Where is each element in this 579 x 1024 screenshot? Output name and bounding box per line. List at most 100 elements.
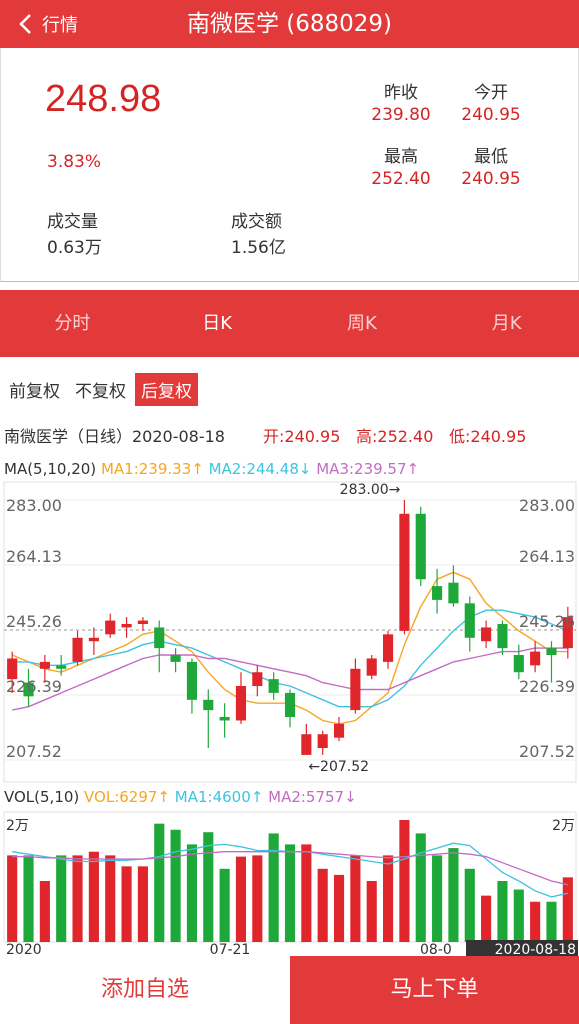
period-tabs: 分时 日K 周K 月K (0, 290, 579, 357)
volume-bar (350, 855, 361, 942)
open-label: 今开 (474, 83, 508, 103)
kline-chart-area: 南微医学（日线）2020-08-18 开:240.95 高:252.40 低:2… (0, 420, 579, 958)
candle-body (105, 620, 116, 635)
candle-body (121, 624, 132, 628)
vol-legend-ma2: MA2:5757↓ (268, 788, 357, 806)
volume-bar (88, 851, 99, 942)
volume-bar (137, 866, 148, 942)
candle-body (203, 699, 214, 711)
price-tick-label-left: 207.52 (6, 742, 62, 761)
max-price-label: 283.00→ (340, 482, 401, 498)
candle-body (154, 627, 165, 649)
candle-body (513, 655, 524, 673)
low-label: 最低 (474, 147, 508, 167)
candle-body (481, 627, 492, 642)
tab-daily-k[interactable]: 日K (145, 290, 290, 357)
amount-label: 成交额 (231, 212, 282, 232)
volume-bar (39, 881, 50, 942)
vol-legend-ma1: MA1:4600↑ (175, 788, 264, 806)
candle-body (333, 723, 345, 738)
candle-body (235, 686, 247, 721)
candle (235, 672, 247, 724)
high-label: 最高 (384, 147, 418, 167)
volume-bars (7, 820, 573, 942)
candle (219, 703, 230, 738)
prev-close-label: 昨收 (384, 83, 418, 103)
candle (203, 689, 214, 749)
candle-body (219, 717, 230, 721)
open-value: 240.95 (461, 105, 521, 125)
x-label-late: 08-0 (420, 942, 452, 956)
volume-bar (366, 881, 377, 942)
x-label-start: 2020 (6, 942, 42, 956)
candle (399, 500, 410, 635)
adjust-forward[interactable]: 前复权 (3, 373, 66, 406)
volume-bar (464, 868, 475, 942)
price-tick-label-left: 245.26 (6, 612, 62, 631)
ma-legend-ma1: MA1:239.33↑ (101, 460, 204, 478)
page-title: 南微医学 (688029) (186, 11, 393, 37)
volume-bar (481, 895, 492, 942)
price-tick-label-right: 245.26 (519, 612, 575, 631)
price-tick-label-left: 283.00 (6, 496, 62, 515)
candle (154, 620, 165, 673)
place-order-button[interactable]: 马上下单 (290, 956, 579, 1024)
candle (432, 568, 443, 614)
candle-body (137, 620, 148, 625)
price-tick-label-right: 207.52 (519, 742, 575, 761)
candle-body (546, 648, 557, 656)
info-high: 高:252.40 (356, 427, 433, 446)
tab-intraday[interactable]: 分时 (0, 290, 145, 357)
vol-top-right: 2万 (552, 818, 575, 834)
high-value: 252.40 (371, 169, 431, 189)
candle-body (284, 692, 296, 718)
volume-bar (399, 820, 410, 942)
change-percent: 3.83% (47, 152, 102, 172)
candle-body (301, 734, 312, 755)
price-tick-label-left: 226.39 (6, 677, 62, 696)
adjust-backward[interactable]: 后复权 (135, 372, 198, 406)
volume-bar (72, 855, 83, 942)
tab-weekly-k[interactable]: 周K (290, 290, 435, 357)
prev-close-value: 239.80 (371, 105, 431, 125)
volume-bar (170, 829, 181, 942)
volume-bar (546, 901, 557, 942)
tab-monthly-k[interactable]: 月K (434, 290, 579, 357)
min-price-label: ←207.52 (308, 759, 369, 775)
volume-bar (56, 855, 67, 942)
info-name-line: 南微医学（日线）2020-08-18 (4, 427, 225, 446)
bottom-actions: 添加自选 马上下单 (0, 956, 579, 1024)
info-low: 低:240.95 (449, 427, 526, 446)
kline-chart[interactable]: 南微医学（日线）2020-08-18 开:240.95 高:252.40 低:2… (0, 420, 579, 958)
add-watchlist-button[interactable]: 添加自选 (0, 956, 290, 1024)
adjust-none[interactable]: 不复权 (69, 373, 132, 406)
volume-bar (448, 848, 459, 942)
candle-body (350, 668, 361, 711)
x-label-mid: 07-21 (210, 942, 251, 956)
candle (333, 717, 345, 742)
vol-legend: VOL(5,10) VOL:6297↑ MA1:4600↑ MA2:5757↓ (4, 788, 357, 806)
candle (464, 596, 475, 652)
volume-bar (7, 855, 18, 942)
low-value: 240.95 (461, 169, 521, 189)
volume-bar (513, 889, 524, 942)
volume-bar (562, 877, 573, 942)
candle (530, 641, 541, 673)
candle-body (366, 658, 377, 676)
candle (497, 620, 508, 656)
candle (284, 689, 296, 728)
volume-bar (415, 833, 426, 942)
volume-bar (23, 855, 34, 942)
price-tick-label-left: 264.13 (6, 547, 62, 566)
candle (317, 730, 328, 755)
candle (268, 672, 279, 700)
candle-body (88, 637, 99, 642)
volume-bar (252, 855, 263, 942)
volume-bar (317, 868, 328, 942)
candle (121, 617, 132, 638)
volume-bar (432, 855, 443, 942)
candle-body (464, 603, 475, 638)
price-tick-label-right: 283.00 (519, 496, 575, 515)
candle (513, 644, 524, 680)
volume-label: 成交量 (47, 212, 98, 232)
